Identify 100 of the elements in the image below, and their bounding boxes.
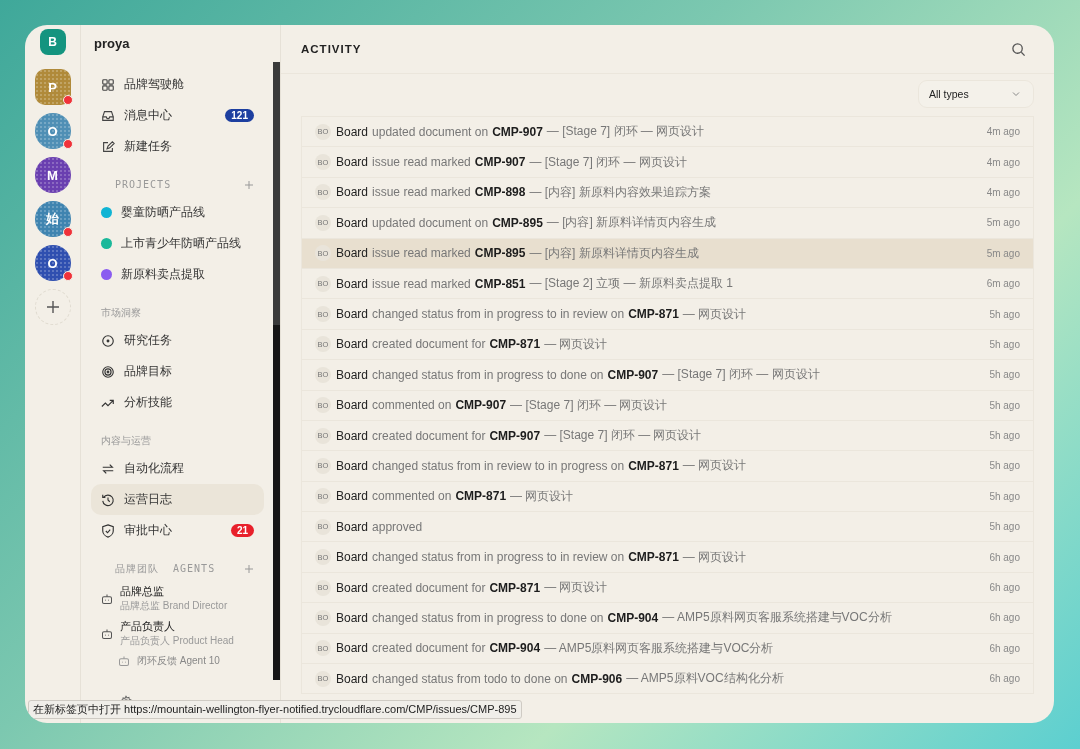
issue-link[interactable]: CMP-907 (492, 124, 543, 139)
timestamp: 5h ago (989, 338, 1020, 350)
section-title: 内容与运营 (101, 433, 151, 448)
scrollbar-thumb[interactable] (273, 62, 280, 325)
actor-name: Board (336, 428, 369, 443)
issue-title: — [Stage 2] 立项 — 新原料卖点提取 1 (529, 275, 733, 293)
activity-text: changed status from in progress to in review on (372, 550, 625, 565)
timestamp: 4m ago (986, 126, 1020, 138)
nav-item[interactable]: 审批中心 21 (91, 515, 264, 546)
issue-title: — [内容] 新原料内容效果追踪方案 (529, 183, 711, 201)
history-icon (101, 492, 115, 507)
actor-name: Board (336, 580, 369, 595)
nav-item[interactable]: 品牌驾驶舱 (91, 69, 264, 100)
nav-item[interactable]: 分析技能 (91, 387, 264, 418)
target-circle-icon (101, 333, 115, 348)
issue-title: — 网页设计 (510, 487, 574, 505)
nav-item[interactable]: 消息中心 121 (91, 100, 264, 131)
issue-link[interactable]: CMP-851 (474, 276, 526, 291)
type-filter-dropdown[interactable]: All types (918, 80, 1034, 108)
issue-link[interactable]: CMP-906 (571, 671, 623, 686)
issue-title: — AMP5原料网页客服系统搭建与VOC分析 (662, 609, 892, 627)
actor-name: Board (336, 155, 369, 170)
project-item[interactable]: 婴童防晒产品线 (91, 197, 264, 228)
nav-item[interactable]: 品牌目标 (91, 356, 264, 387)
issue-link[interactable]: CMP-907 (607, 367, 659, 382)
timestamp: 6m ago (986, 278, 1020, 290)
activity-text: created document for (372, 641, 486, 656)
timestamp: 6h ago (989, 582, 1020, 594)
actor-name: Board (336, 185, 369, 200)
add-icon[interactable] (244, 179, 254, 190)
section-title: PROJECTS (115, 179, 172, 190)
workspace-avatar[interactable]: O (34, 245, 71, 281)
issue-title: — [Stage 7] 闭环 — 网页设计 (546, 123, 705, 141)
agent-item[interactable]: 品牌总监 品牌总监 Brand Director (91, 581, 264, 616)
activity-text: approved (372, 519, 423, 534)
issue-link[interactable]: CMP-871 (628, 307, 679, 322)
nav-item[interactable]: 研究任务 (91, 325, 264, 356)
issue-link[interactable]: CMP-871 (628, 550, 679, 565)
timestamp: 6h ago (989, 673, 1020, 685)
workspace-avatar[interactable]: M (34, 157, 71, 193)
timestamp: 5h ago (989, 369, 1020, 381)
issue-title: — 网页设计 (682, 457, 747, 475)
project-item[interactable]: 上市青少年防晒产品线 (91, 228, 264, 259)
activity-text: changed status from in progress to in review on (372, 307, 625, 322)
issue-link[interactable]: CMP-907 (474, 155, 526, 170)
issue-title: — 网页设计 (682, 305, 747, 323)
project-item[interactable]: 新原料卖点提取 (91, 259, 264, 290)
timestamp: 4m ago (986, 156, 1020, 168)
search-icon[interactable] (1011, 41, 1026, 57)
activity-text: created document for (372, 428, 486, 443)
issue-link[interactable]: CMP-907 (489, 428, 541, 443)
agent-item[interactable]: 产品负责人 产品负责人 Product Head (91, 616, 264, 651)
nav-item[interactable]: 新建任务 (91, 131, 264, 162)
timestamp: 5h ago (989, 308, 1020, 320)
issue-link[interactable]: CMP-871 (628, 459, 679, 473)
activity-text: created document for (372, 580, 486, 595)
actor-name: Board (336, 671, 369, 686)
actor-name: Board (336, 367, 369, 382)
issue-link[interactable]: CMP-871 (489, 580, 541, 595)
timestamp: 5h ago (989, 430, 1020, 442)
workspace-avatar[interactable]: 始 (34, 201, 71, 237)
workspace-avatar[interactable]: O (34, 113, 71, 149)
activity-text: issue read marked (372, 276, 471, 291)
issue-link[interactable]: CMP-907 (455, 398, 507, 413)
section-title: 品牌团队 AGENTS (115, 561, 216, 576)
issue-title: — [内容] 新原料详情页内容生成 (529, 244, 699, 262)
activity-text: issue read marked (372, 246, 471, 261)
add-icon[interactable] (244, 563, 254, 574)
timestamp: 5h ago (989, 521, 1020, 533)
issue-title: — AMP5原料VOC结构化分析 (626, 670, 784, 688)
issue-title: — 网页设计 (544, 335, 608, 353)
actor-name: Board (336, 519, 369, 534)
issue-link[interactable]: CMP-895 (492, 215, 543, 230)
workspace-avatar[interactable]: B (39, 29, 66, 55)
issue-link[interactable]: CMP-898 (474, 185, 526, 200)
timestamp: 4m ago (986, 186, 1020, 198)
nav-item[interactable]: 自动化流程 (91, 453, 264, 484)
timestamp: 6h ago (989, 642, 1020, 654)
robot-icon (101, 592, 113, 605)
activity-text: commented on (372, 489, 452, 504)
issue-link[interactable]: CMP-871 (489, 337, 541, 352)
timestamp: 5h ago (989, 460, 1020, 472)
activity-text: issue read marked (372, 185, 471, 200)
issue-title: — [Stage 7] 闭环 — 网页设计 (529, 153, 687, 171)
actor-name: Board (336, 398, 369, 413)
issue-link[interactable]: CMP-895 (474, 246, 526, 261)
nav-item[interactable]: 运营日志 (91, 484, 264, 515)
chevron-down-icon (1011, 89, 1021, 99)
timestamp: 5h ago (989, 490, 1020, 502)
timestamp: 5h ago (989, 399, 1020, 411)
issue-title: — [Stage 7] 闭环 — 网页设计 (662, 366, 820, 384)
issue-link[interactable]: CMP-871 (455, 489, 507, 504)
count-badge: 121 (225, 109, 254, 122)
activity-text: issue read marked (372, 155, 471, 170)
grid-icon (101, 77, 115, 92)
count-badge: 21 (230, 524, 254, 537)
robot-icon (101, 627, 113, 640)
repeat-icon (101, 461, 115, 476)
issue-link[interactable]: CMP-904 (607, 610, 659, 625)
issue-link[interactable]: CMP-904 (489, 641, 541, 656)
